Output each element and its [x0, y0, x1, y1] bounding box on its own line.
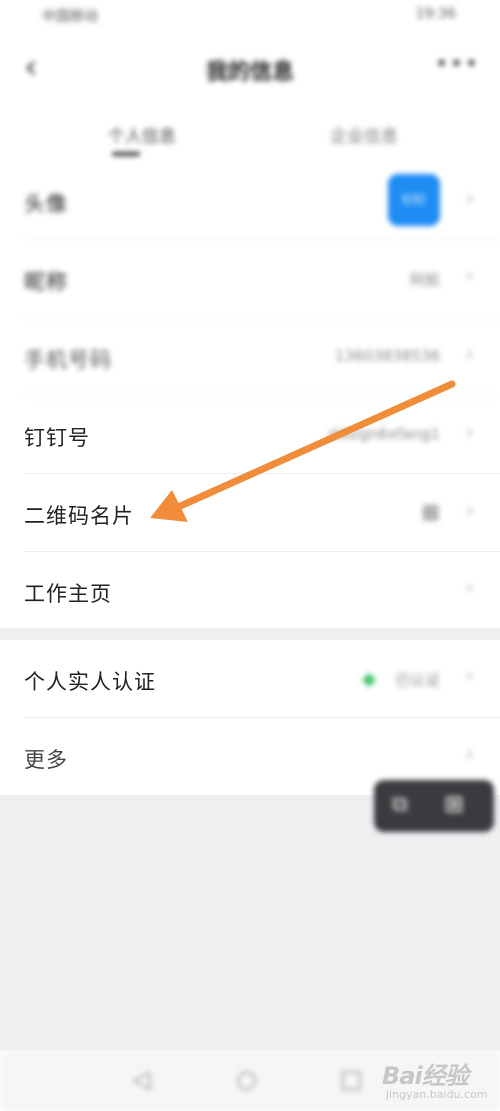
tab-company-info[interactable]: 企业信息 [330, 122, 398, 147]
row-qr-card[interactable]: 二维码名片 ▦ › [0, 474, 500, 552]
row-label: 工作主页 [24, 582, 112, 606]
profile-section: 头像 钉钉 › 昵称 阿航 › 手机号码 13603838536 › 钉钉号 d… [0, 162, 500, 630]
system-back-icon[interactable]: ◁ [132, 1065, 150, 1093]
empty-area [0, 795, 500, 1051]
chevron-right-icon: › [465, 420, 474, 445]
qr-code-icon: ▦ [421, 499, 440, 523]
window-icon[interactable]: ⧉ [392, 792, 408, 817]
row-work-homepage[interactable]: 工作主页 › [0, 552, 500, 630]
row-phone[interactable]: 手机号码 13603838536 › [0, 318, 500, 396]
tab-bar: 个人信息 企业信息 [0, 110, 500, 160]
row-label: 更多 [24, 748, 68, 772]
nav-bar: ‹ 我的信息 ••• [0, 40, 500, 96]
more-icon[interactable]: ••• [435, 52, 480, 77]
row-value: 阿航 [409, 271, 440, 289]
row-value: 13603838536 [335, 347, 440, 365]
row-dingtalk-id[interactable]: 钉钉号 ddsign6xfang1 › [0, 396, 500, 474]
row-value: 已认证 [394, 671, 440, 689]
status-bar: 中国移动 19:36 [0, 0, 500, 38]
section-gap [0, 628, 500, 640]
row-label: 头像 [24, 192, 68, 216]
row-value: ddsign6xfang1 [328, 425, 440, 443]
tab-personal-info[interactable]: 个人信息 [108, 122, 176, 147]
carrier-label: 中国移动 [42, 9, 98, 25]
chevron-right-icon: › [465, 342, 474, 367]
tab-indicator [112, 152, 140, 156]
system-home-icon[interactable]: ○ [236, 1065, 257, 1093]
floating-widget[interactable]: ⧉ ⊞ [374, 780, 494, 832]
verified-icon [361, 672, 377, 688]
row-label: 二维码名片 [24, 504, 134, 528]
chevron-right-icon: › [465, 576, 474, 601]
row-avatar[interactable]: 头像 钉钉 › [0, 162, 500, 240]
row-label: 钉钉号 [24, 426, 90, 450]
system-recent-icon[interactable]: □ [340, 1065, 363, 1093]
row-real-name-auth[interactable]: 个人实人认证 已认证 › [0, 640, 500, 718]
grid-icon[interactable]: ⊞ [444, 790, 464, 818]
watermark-url: jingyan.baidu.com [386, 1088, 488, 1101]
watermark-logo: Bai经验 [382, 1062, 469, 1090]
row-label: 个人实人认证 [24, 670, 156, 694]
row-label: 昵称 [24, 270, 68, 294]
chevron-right-icon: › [465, 264, 474, 289]
time-label: 19:36 [415, 6, 456, 22]
chevron-right-icon: › [465, 498, 474, 523]
auth-section: 个人实人认证 已认证 › 更多 › [0, 640, 500, 796]
row-nickname[interactable]: 昵称 阿航 › [0, 240, 500, 318]
chevron-right-icon: › [465, 664, 474, 689]
watermark: Bai经验 jingyan.baidu.com [382, 1056, 492, 1106]
avatar[interactable]: 钉钉 [388, 174, 440, 226]
row-label: 手机号码 [24, 348, 112, 372]
chevron-right-icon: › [465, 742, 474, 767]
page-title: 我的信息 [205, 60, 294, 85]
chevron-right-icon: › [465, 186, 474, 211]
